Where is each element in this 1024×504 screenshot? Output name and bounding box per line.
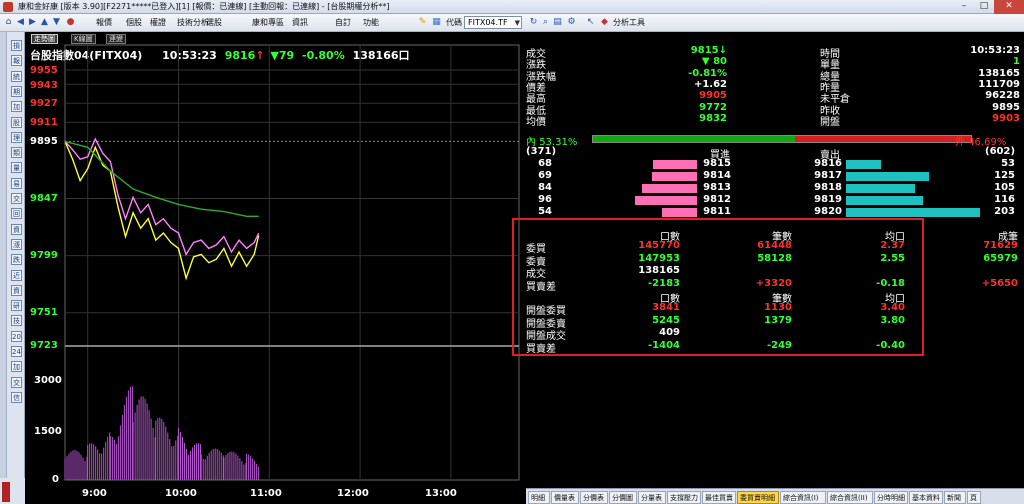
inner-fill (593, 136, 795, 142)
detail-value: -2183 (648, 277, 680, 289)
ask-total: (602) (985, 146, 1016, 157)
ask-volume-bar (846, 196, 923, 205)
detail-label: 買賣差 (526, 281, 556, 293)
ask-price: 9820 (814, 206, 842, 217)
price-series-line (64, 137, 260, 256)
quote-value: 9905 (699, 90, 727, 102)
bid-price: 9814 (703, 170, 731, 181)
inner-outer-ratio-bar (592, 135, 972, 143)
detail-value: 3841 (652, 302, 680, 313)
bid-price: 9812 (703, 194, 731, 205)
bottom-tab[interactable]: 支撐壓力 (667, 491, 701, 504)
detail-value: +5650 (981, 277, 1018, 289)
ask-volume-bar (846, 184, 916, 193)
quote-value: ▼ 80 (701, 56, 727, 68)
detail-value: 2.37 (880, 240, 905, 251)
bid-volume-bar (652, 172, 697, 181)
ask-price: 9816 (814, 158, 842, 169)
quote-value: 138165 (978, 67, 1020, 79)
detail-label: 買賣差 (526, 343, 556, 355)
quote-value: -0.81% (688, 67, 727, 79)
detail-value: 1130 (764, 302, 792, 313)
quote-value: 9832 (699, 112, 727, 124)
bottom-tab[interactable]: 最佳買賣 (702, 491, 736, 504)
detail-value: 147953 (638, 252, 680, 264)
outer-fill (794, 136, 971, 142)
detail-value: 2.55 (880, 252, 905, 264)
ask-volume-bar (846, 172, 929, 181)
bid-volume-bar (642, 184, 697, 193)
bottom-tab[interactable]: 綜合資訊(II) (827, 491, 873, 504)
bid-qty: 68 (538, 158, 552, 169)
quote-value: 9903 (992, 112, 1020, 124)
ask-qty: 53 (1001, 158, 1015, 169)
bid-volume-bar (652, 160, 697, 169)
bid-volume-bar (634, 196, 697, 205)
detail-value: 65979 (983, 252, 1018, 264)
quote-value: 1 (1013, 56, 1020, 68)
bid-qty: 69 (538, 170, 552, 181)
bottom-tab[interactable]: 分價表 (580, 491, 608, 504)
ask-qty: 203 (994, 206, 1015, 217)
quote-label: 均價 (526, 116, 546, 128)
ask-price: 9818 (814, 182, 842, 193)
bottom-tab[interactable]: 分時明細 (874, 491, 908, 504)
detail-value: 61448 (757, 240, 792, 251)
bottom-tab[interactable]: 新聞 (944, 491, 966, 504)
detail-value: -0.40 (876, 339, 905, 351)
detail-value: +3320 (755, 277, 792, 289)
quote-value: +1.62 (693, 78, 727, 90)
detail-value: 71629 (983, 240, 1018, 251)
detail-value: -249 (766, 339, 792, 351)
detail-value: 145770 (638, 240, 680, 251)
quote-value: 111709 (978, 78, 1020, 90)
bid-total: (371) (526, 146, 557, 157)
quote-value: 10:53:23 (970, 45, 1020, 56)
quote-value: 9815↓ (690, 45, 727, 56)
ask-price: 9817 (814, 170, 842, 181)
ask-qty: 116 (994, 194, 1015, 205)
quote-value: 96228 (985, 90, 1020, 102)
ask-price: 9819 (814, 194, 842, 205)
bid-price: 9811 (703, 206, 731, 217)
bottom-tab[interactable]: 價量表 (551, 491, 579, 504)
bid-qty: 84 (538, 182, 552, 193)
detail-value: -0.18 (876, 277, 905, 289)
buy-sell-detail-box (512, 218, 924, 356)
ask-volume-bar (846, 160, 881, 169)
bid-price: 9815 (703, 158, 731, 169)
bid-price: 9813 (703, 182, 731, 193)
ask-qty: 105 (994, 182, 1015, 193)
quote-label: 開盤 (820, 116, 840, 128)
bottom-tab[interactable]: 明細 (528, 491, 550, 504)
quote-value: 9772 (699, 101, 727, 113)
detail-value: 5245 (652, 314, 680, 326)
bottom-tab[interactable]: 綜合資訊(I) (780, 491, 826, 504)
bottom-tab[interactable]: 基本資料 (909, 491, 943, 504)
bid-qty: 96 (538, 194, 552, 205)
detail-value: 1379 (764, 314, 792, 326)
bottom-tab[interactable]: 分量表 (638, 491, 666, 504)
detail-value: 58128 (757, 252, 792, 264)
detail-value: 3.80 (880, 314, 905, 326)
detail-value: 3.40 (880, 302, 905, 313)
bottom-tab[interactable]: 頁 (967, 491, 981, 504)
ask-qty: 125 (994, 170, 1015, 181)
quote-value: 9895 (992, 101, 1020, 113)
bottom-tab[interactable]: 委買賣明細 (737, 491, 779, 504)
bid-volume-bar (661, 208, 697, 217)
bottom-tab-bar: 明細 價量表 分價表 分價圖 分量表 支撐壓力 最佳買賣 委買賣明細 綜合資訊(I) 綜合資訊(I… (526, 488, 1024, 504)
bid-qty: 54 (538, 206, 552, 217)
detail-value: -1404 (648, 339, 680, 351)
bottom-tab[interactable]: 分價圖 (609, 491, 637, 504)
price-series-line (64, 141, 260, 281)
detail-value: 138165 (638, 265, 680, 276)
detail-value: 409 (659, 327, 680, 338)
ask-volume-bar (846, 208, 980, 217)
